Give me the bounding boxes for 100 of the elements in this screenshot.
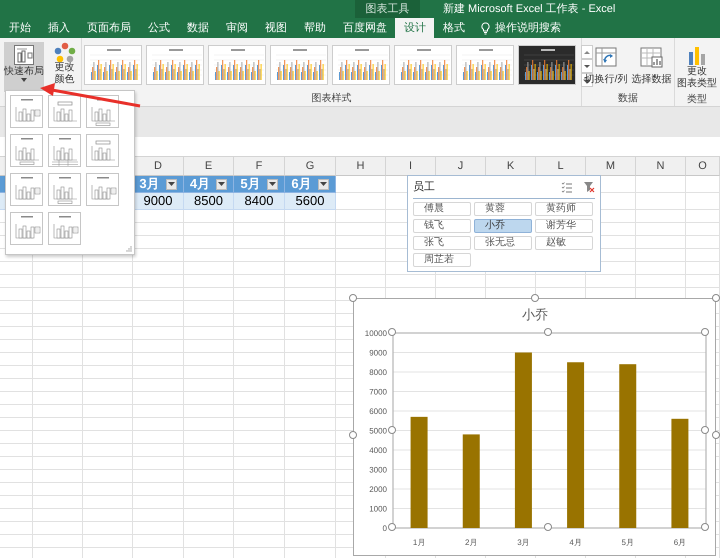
ribbon-button[interactable]: 切换行/列 (582, 44, 630, 88)
ribbon-tab[interactable]: 帮助 (295, 18, 334, 38)
column-header: J (436, 157, 486, 176)
change-chart-type-button[interactable]: 更改 图表类型 (675, 42, 719, 92)
ribbon-tab[interactable]: 审阅 (217, 18, 256, 38)
scroll-down-button[interactable] (581, 59, 593, 73)
slicer-item[interactable]: 赵敏 (535, 236, 593, 250)
resize-handle[interactable] (349, 294, 357, 302)
resize-handle[interactable] (544, 523, 552, 531)
ribbon-button[interactable]: 选择数据 (629, 44, 674, 88)
scroll-up-button[interactable] (581, 45, 593, 59)
group-label: 类型 (687, 92, 707, 107)
change-colors-button[interactable]: 更改 颜色 (48, 42, 81, 88)
column-title: 3月 (139, 175, 160, 194)
layout-option[interactable] (48, 95, 81, 128)
multi-select-icon[interactable] (561, 182, 573, 193)
column-header: L (536, 157, 586, 176)
slicer-title: 员工 (413, 180, 435, 195)
slicer-item[interactable]: 钱飞 (413, 218, 471, 232)
bar[interactable] (619, 364, 636, 528)
clear-filter-icon[interactable] (583, 181, 595, 194)
slicer-item[interactable]: 张无忌 (474, 236, 532, 250)
filter-dropdown-button[interactable] (266, 178, 278, 190)
bar[interactable] (410, 416, 428, 528)
bar[interactable] (567, 362, 584, 528)
filter-dropdown-button[interactable] (318, 178, 329, 190)
caret-up-icon (583, 48, 591, 56)
layout-option[interactable] (48, 173, 81, 206)
resize-handle[interactable] (712, 294, 720, 302)
caret-down-icon (583, 62, 591, 70)
ribbon-tab[interactable]: 插入 (39, 18, 78, 38)
bar[interactable] (671, 418, 688, 528)
resize-handle[interactable] (544, 328, 552, 336)
select-data-icon (639, 46, 664, 68)
column-header: M (586, 157, 636, 176)
filter-dropdown-button[interactable] (166, 178, 177, 190)
resize-handle[interactable] (701, 523, 709, 531)
sheet-cell (636, 193, 686, 210)
sheet-cell (686, 193, 720, 210)
column-header: K (486, 157, 536, 176)
ribbon-tab[interactable]: 页面布局 (78, 18, 139, 38)
resize-grip-icon[interactable] (126, 246, 132, 252)
column-title: 5月 (240, 175, 261, 194)
slicer-item[interactable]: 黄药师 (535, 202, 593, 216)
axis-label: 10000 (364, 329, 387, 338)
ribbon-tab[interactable]: 设计 (395, 18, 434, 38)
layout-option[interactable] (86, 134, 119, 167)
column-header: I (386, 157, 436, 176)
bar[interactable] (462, 434, 480, 528)
filter-dropdown-button[interactable] (216, 178, 228, 190)
column-header: N (636, 157, 686, 176)
column-header: H (336, 157, 386, 176)
layout-option[interactable] (86, 95, 119, 128)
layout-option[interactable] (48, 134, 81, 167)
ribbon-tab[interactable]: 格式 (434, 18, 473, 38)
sheet-cell (636, 176, 686, 193)
slicer-item[interactable]: 傅晨 (413, 202, 471, 216)
ribbon-tab[interactable]: 视图 (256, 18, 295, 38)
slicer-item[interactable]: 小乔 (474, 218, 532, 232)
axis-label: 3月 (517, 538, 530, 547)
layout-option[interactable] (48, 212, 81, 245)
axis-label: 3000 (369, 466, 387, 474)
resize-handle[interactable] (701, 328, 709, 336)
bar[interactable] (514, 352, 532, 528)
ribbon-tab[interactable]: 数据 (178, 18, 217, 38)
column-header: G (285, 157, 336, 176)
resize-handle[interactable] (388, 426, 396, 434)
search-hint[interactable]: 操作说明搜索 (495, 20, 561, 36)
resize-handle[interactable] (349, 431, 357, 439)
expand-icon (583, 76, 591, 84)
layout-option[interactable] (10, 212, 43, 245)
layout-option[interactable] (86, 173, 119, 206)
ribbon-tab[interactable]: 开始 (0, 18, 39, 38)
axis-label: 5000 (369, 426, 387, 436)
layout-option[interactable] (10, 134, 43, 167)
resize-handle[interactable] (388, 523, 396, 531)
slicer-item[interactable]: 张飞 (413, 236, 471, 250)
sheet-cell (686, 176, 720, 193)
lightbulb-icon[interactable] (481, 22, 490, 34)
axis-label: 1000 (369, 504, 387, 514)
layout-option[interactable] (10, 173, 43, 206)
quick-layout-button[interactable]: 快速布局 (4, 42, 44, 92)
slicer-item[interactable]: 周芷若 (413, 252, 471, 266)
axis-label: 2000 (369, 485, 387, 494)
layout-option[interactable] (10, 95, 43, 128)
slicer-item[interactable]: 谢芳华 (535, 218, 593, 232)
axis-label: 0 (382, 524, 387, 533)
slicer-item[interactable]: 黄蓉 (474, 202, 532, 216)
axis-label: 2月 (465, 538, 478, 547)
resize-handle[interactable] (531, 294, 539, 302)
ribbon-tab[interactable]: 公式 (139, 18, 178, 38)
chart-style-option[interactable] (518, 45, 576, 85)
group-label: 数据 (618, 92, 638, 106)
resize-handle[interactable] (388, 328, 396, 336)
caret-icon (168, 182, 175, 186)
axis-label: 7000 (369, 388, 387, 396)
axis-label: 1月 (412, 538, 426, 547)
column-header: O (686, 157, 720, 176)
ribbon-tab[interactable]: 百度网盘 (334, 18, 395, 38)
chart-area[interactable]: 小乔 0 1000 2000 3000 4000 5000 6000 7000 8000 9000 10000 1月 2月 3月 4月 5月 6月 (353, 298, 716, 556)
